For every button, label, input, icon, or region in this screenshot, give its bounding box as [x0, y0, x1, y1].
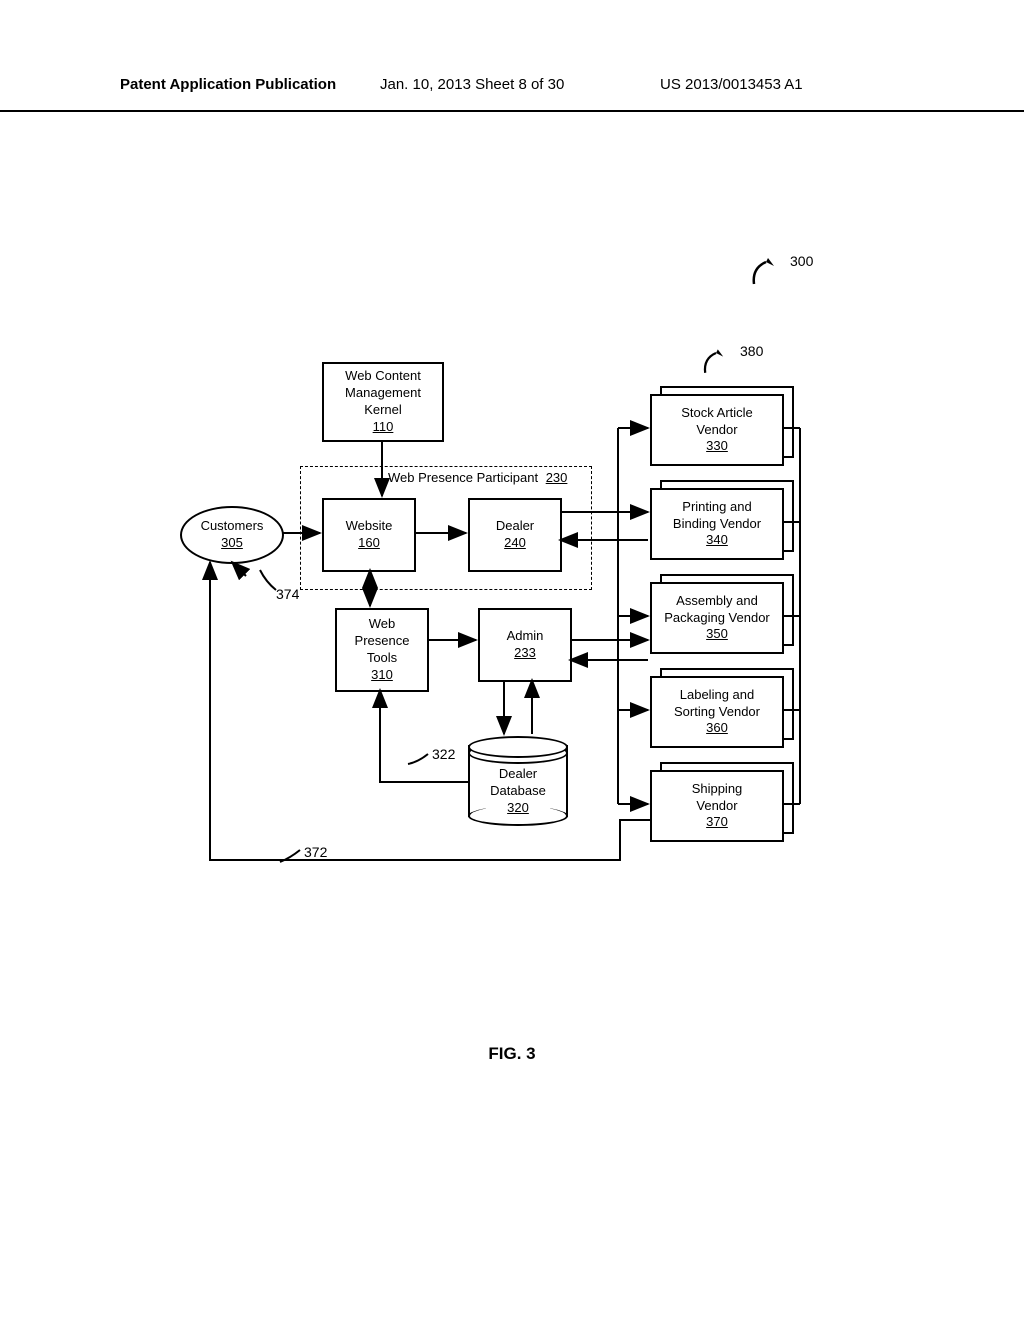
wpp-label: Web Presence Participant 230 — [388, 470, 567, 485]
ref-num: 370 — [706, 814, 728, 831]
ref-num: 110 — [373, 419, 394, 436]
text: Stock Article — [681, 405, 753, 422]
text: Assembly and — [676, 593, 758, 610]
box-wcm-kernel: Web Content Management Kernel 110 — [322, 362, 444, 442]
text: Vendor — [696, 798, 737, 815]
ref-num: 340 — [706, 532, 728, 549]
text: Management — [345, 385, 421, 402]
ref-num: 230 — [546, 470, 568, 485]
text: Admin — [507, 628, 544, 645]
box-vendor-printing: Printing and Binding Vendor 340 — [650, 488, 784, 560]
text: Shipping — [692, 781, 743, 798]
box-dealer: Dealer 240 — [468, 498, 562, 572]
cylinder-dealer-database: Dealer Database 320 — [468, 736, 568, 826]
text: Kernel — [364, 402, 402, 419]
box-vendor-assembly: Assembly and Packaging Vendor 350 — [650, 582, 784, 654]
ref-num: 160 — [358, 535, 380, 552]
box-vendor-shipping: Shipping Vendor 370 — [650, 770, 784, 842]
ref-num: 320 — [507, 800, 529, 815]
ref-num: 310 — [371, 667, 393, 684]
ref-374: 374 — [276, 586, 299, 602]
box-website: Website 160 — [322, 498, 416, 572]
text: Web Presence Participant — [388, 470, 538, 485]
text: Web — [369, 616, 396, 633]
curved-arrow-icon — [702, 349, 731, 374]
box-admin: Admin 233 — [478, 608, 572, 682]
header-left: Patent Application Publication — [120, 76, 336, 93]
page-header: Patent Application Publication Jan. 10, … — [0, 80, 1024, 112]
header-center: Jan. 10, 2013 Sheet 8 of 30 — [380, 76, 564, 93]
ref-num: 233 — [514, 645, 536, 662]
text: Sorting Vendor — [674, 704, 760, 721]
ref-num: 330 — [706, 438, 728, 455]
ref-322: 322 — [432, 746, 455, 762]
text: Presence — [355, 633, 410, 650]
header-right: US 2013/0013453 A1 — [660, 76, 803, 93]
figure-label: FIG. 3 — [0, 1044, 1024, 1064]
curved-arrow-icon — [750, 258, 782, 286]
ref-num: 360 — [706, 720, 728, 737]
text: Database — [490, 783, 546, 798]
text: Dealer — [496, 518, 534, 535]
text: Customers — [201, 518, 264, 535]
ref-num: 350 — [706, 626, 728, 643]
ellipse-customers: Customers 305 — [180, 506, 284, 564]
text: Packaging Vendor — [664, 610, 770, 627]
ref-372: 372 — [304, 844, 327, 860]
box-vendor-stock: Stock Article Vendor 330 — [650, 394, 784, 466]
ref-300: 300 — [790, 253, 813, 269]
ref-num: 240 — [504, 535, 526, 552]
box-vendor-labeling: Labeling and Sorting Vendor 360 — [650, 676, 784, 748]
text: Web Content — [345, 368, 421, 385]
text: Website — [346, 518, 393, 535]
text: Tools — [367, 650, 397, 667]
text: Vendor — [696, 422, 737, 439]
box-web-presence-tools: Web Presence Tools 310 — [335, 608, 429, 692]
text: Binding Vendor — [673, 516, 761, 533]
text: Printing and — [682, 499, 751, 516]
text: Dealer — [499, 766, 537, 781]
text: Labeling and — [680, 687, 754, 704]
ref-380: 380 — [740, 343, 763, 359]
ref-num: 305 — [221, 535, 243, 552]
